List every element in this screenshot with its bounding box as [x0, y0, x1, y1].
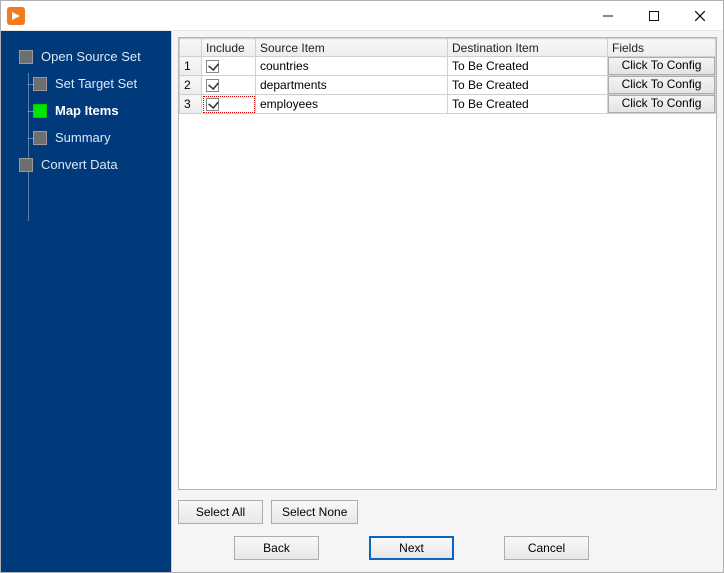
items-grid: Include Source Item Destination Item Fie… [179, 38, 716, 114]
destination-item-header[interactable]: Destination Item [448, 39, 608, 57]
destination-item-cell[interactable]: To Be Created [448, 57, 608, 76]
fields-config-button[interactable]: Click To Config [608, 57, 715, 75]
destination-item-cell[interactable]: To Be Created [448, 76, 608, 95]
app-icon [7, 7, 25, 25]
app-window: Open Source Set Set Target Set Map Items… [0, 0, 724, 573]
step-box-icon [33, 77, 47, 91]
row-number: 3 [180, 95, 202, 114]
row-number: 1 [180, 57, 202, 76]
selection-buttons: Select All Select None [172, 496, 723, 526]
step-box-icon [19, 158, 33, 172]
source-item-cell[interactable]: employees [256, 95, 448, 114]
fields-config-button[interactable]: Click To Config [608, 76, 715, 94]
close-button[interactable] [677, 1, 723, 30]
cancel-button[interactable]: Cancel [504, 536, 589, 560]
destination-item-cell[interactable]: To Be Created [448, 95, 608, 114]
sidebar-item-convert-data[interactable]: Convert Data [1, 151, 171, 178]
sidebar-item-set-target-set[interactable]: Set Target Set [1, 70, 171, 97]
back-button[interactable]: Back [234, 536, 319, 560]
step-label: Convert Data [41, 157, 118, 172]
sidebar-item-summary[interactable]: Summary [1, 124, 171, 151]
include-cell[interactable] [202, 95, 256, 114]
sidebar-item-map-items[interactable]: Map Items [1, 97, 171, 124]
sidebar-item-open-source-set[interactable]: Open Source Set [1, 43, 171, 70]
fields-config-button[interactable]: Click To Config [608, 95, 715, 113]
include-checkbox[interactable] [206, 79, 219, 92]
source-item-header[interactable]: Source Item [256, 39, 448, 57]
next-button[interactable]: Next [369, 536, 454, 560]
source-item-cell[interactable]: countries [256, 57, 448, 76]
step-label: Open Source Set [41, 49, 141, 64]
source-item-cell[interactable]: departments [256, 76, 448, 95]
include-cell[interactable] [202, 57, 256, 76]
include-checkbox[interactable] [206, 60, 219, 73]
wizard-nav-buttons: Back Next Cancel [172, 526, 723, 572]
row-number: 2 [180, 76, 202, 95]
include-checkbox[interactable] [206, 98, 219, 111]
step-box-icon [33, 131, 47, 145]
window-controls [585, 1, 723, 30]
wizard-sidebar: Open Source Set Set Target Set Map Items… [1, 31, 171, 572]
titlebar [1, 1, 723, 31]
include-cell[interactable] [202, 76, 256, 95]
step-box-icon [19, 50, 33, 64]
table-row: 2 departments To Be Created Click To Con… [180, 76, 716, 95]
step-label: Set Target Set [55, 76, 137, 91]
select-all-button[interactable]: Select All [178, 500, 263, 524]
fields-header[interactable]: Fields [608, 39, 716, 57]
step-label: Summary [55, 130, 111, 145]
include-header[interactable]: Include [202, 39, 256, 57]
row-number-header [180, 39, 202, 57]
table-row: 3 employees To Be Created Click To Confi… [180, 95, 716, 114]
maximize-button[interactable] [631, 1, 677, 30]
main-panel: Include Source Item Destination Item Fie… [171, 31, 723, 572]
table-row: 1 countries To Be Created Click To Confi… [180, 57, 716, 76]
minimize-button[interactable] [585, 1, 631, 30]
select-none-button[interactable]: Select None [271, 500, 358, 524]
step-box-icon [33, 104, 47, 118]
step-label: Map Items [55, 103, 119, 118]
items-grid-container: Include Source Item Destination Item Fie… [178, 37, 717, 490]
